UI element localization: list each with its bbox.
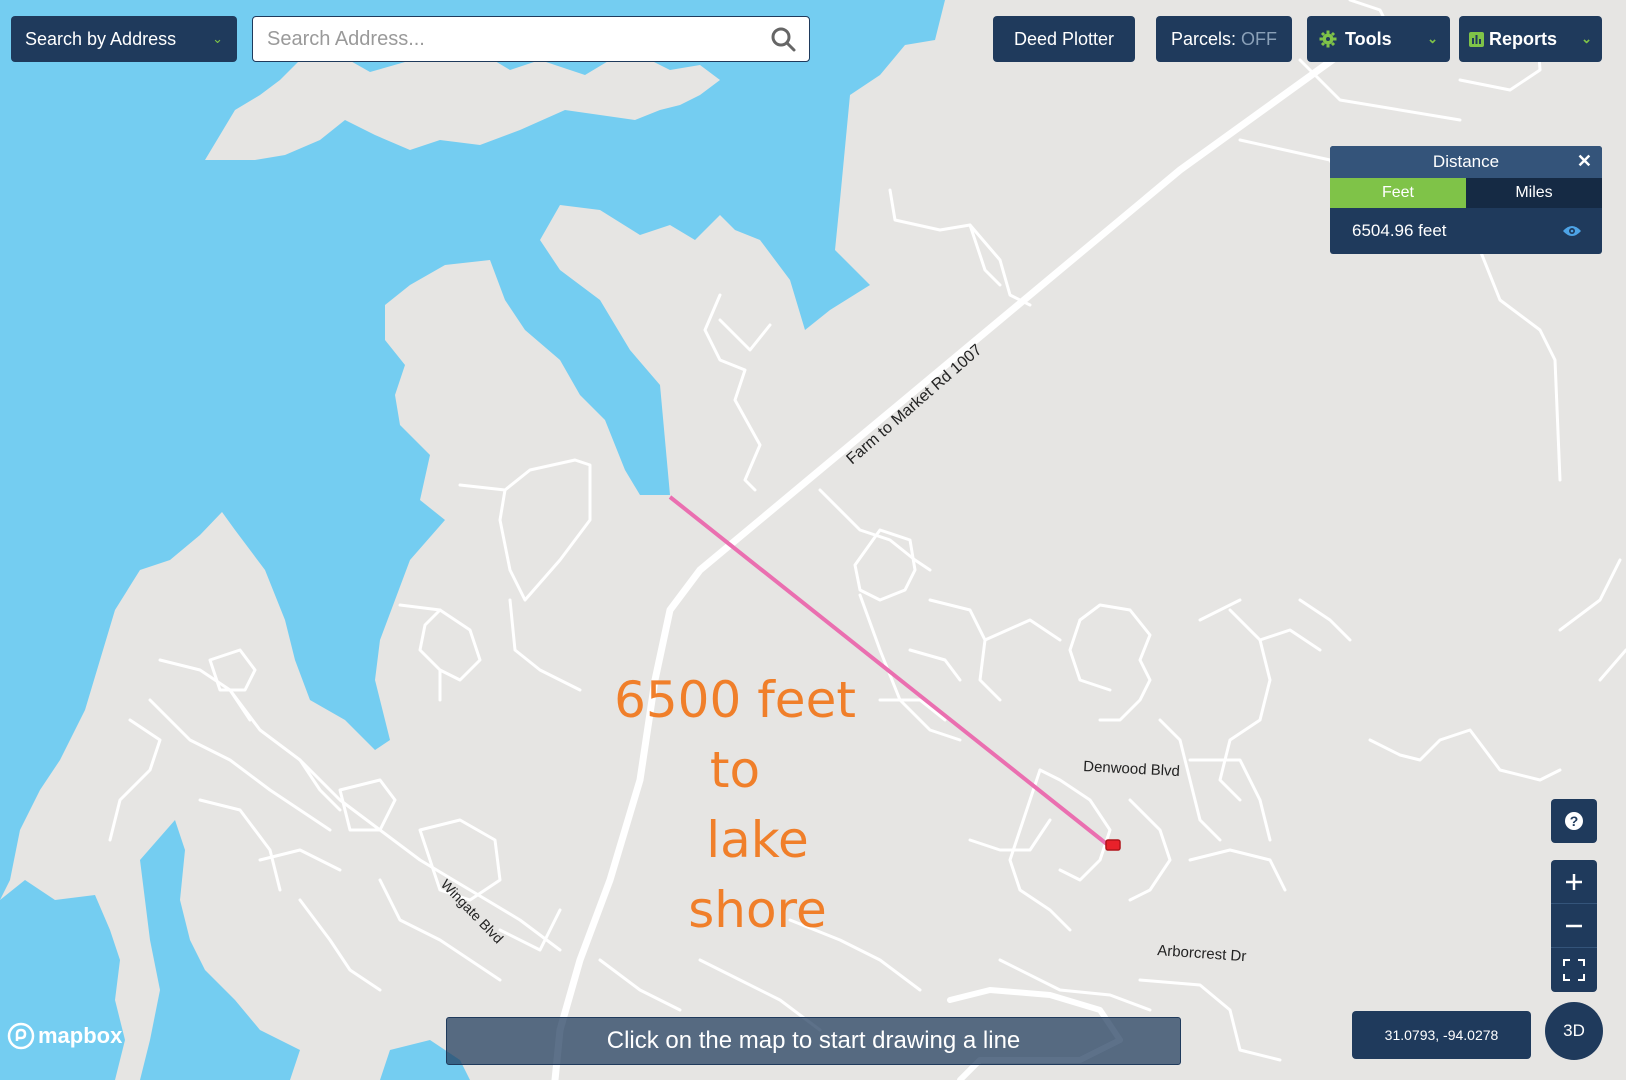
reports-label: Reports (1489, 28, 1558, 49)
3d-toggle-button[interactable]: 3D (1545, 1002, 1603, 1060)
chevron-down-icon: ⌄ (1427, 31, 1438, 46)
zoom-in-button[interactable] (1551, 860, 1597, 904)
tools-label: Tools (1345, 28, 1392, 49)
mapbox-logo-icon (7, 1022, 35, 1050)
close-icon[interactable]: ✕ (1577, 151, 1592, 172)
svg-text:?: ? (1570, 813, 1579, 829)
chevron-down-icon: ⌄ (1581, 31, 1592, 46)
search-mode-label: Search by Address (25, 28, 177, 49)
help-button[interactable]: ? (1551, 799, 1597, 843)
tab-miles[interactable]: Miles (1466, 178, 1602, 208)
search-input[interactable] (253, 27, 769, 51)
gear-icon (1319, 30, 1337, 48)
zoom-out-button[interactable] (1551, 904, 1597, 948)
parcels-state: OFF (1241, 28, 1278, 49)
distance-panel: Distance ✕ Feet Miles 6504.96 feet (1330, 146, 1602, 254)
annotation-line-2: lake shore (688, 811, 827, 939)
parcels-label: Parcels: (1170, 28, 1237, 49)
coordinates-display: 31.0793, -94.0278 (1352, 1011, 1531, 1059)
fullscreen-button[interactable] (1551, 948, 1597, 992)
search-mode-dropdown[interactable]: Search by Address ⌄ (11, 16, 237, 62)
unit-tabs: Feet Miles (1330, 178, 1602, 208)
mapbox-wordmark: mapbox (38, 1023, 123, 1048)
parcel-marker-icon[interactable] (1105, 839, 1121, 851)
reports-dropdown[interactable]: Reports ⌄ (1459, 16, 1602, 62)
map-annotation: 6500 feet to lake shore (585, 665, 885, 945)
minus-icon (1566, 924, 1582, 927)
bar-chart-icon (1469, 31, 1484, 47)
distance-panel-title: Distance (1432, 152, 1500, 171)
search-icon[interactable] (769, 25, 797, 53)
fullscreen-icon (1563, 959, 1585, 981)
tab-feet[interactable]: Feet (1330, 178, 1466, 208)
mapbox-logo[interactable]: mapbox (7, 1022, 122, 1050)
parcels-toggle-button[interactable]: Parcels: OFF (1156, 16, 1292, 62)
deed-plotter-button[interactable]: Deed Plotter (993, 16, 1135, 62)
plus-icon (1566, 873, 1582, 890)
deed-plotter-label: Deed Plotter (1013, 28, 1115, 49)
annotation-line-1: 6500 feet to (614, 671, 856, 799)
tools-dropdown[interactable]: Tools ⌄ (1307, 16, 1450, 62)
distance-result: 6504.96 feet (1330, 208, 1602, 254)
chevron-down-icon: ⌄ (212, 31, 223, 46)
distance-value: 6504.96 feet (1352, 221, 1447, 240)
distance-panel-header: Distance ✕ (1330, 146, 1602, 178)
help-icon: ? (1565, 812, 1583, 830)
search-field[interactable] (252, 16, 810, 62)
eye-icon[interactable] (1562, 224, 1582, 238)
draw-hint-bar: Click on the map to start drawing a line (446, 1017, 1181, 1065)
